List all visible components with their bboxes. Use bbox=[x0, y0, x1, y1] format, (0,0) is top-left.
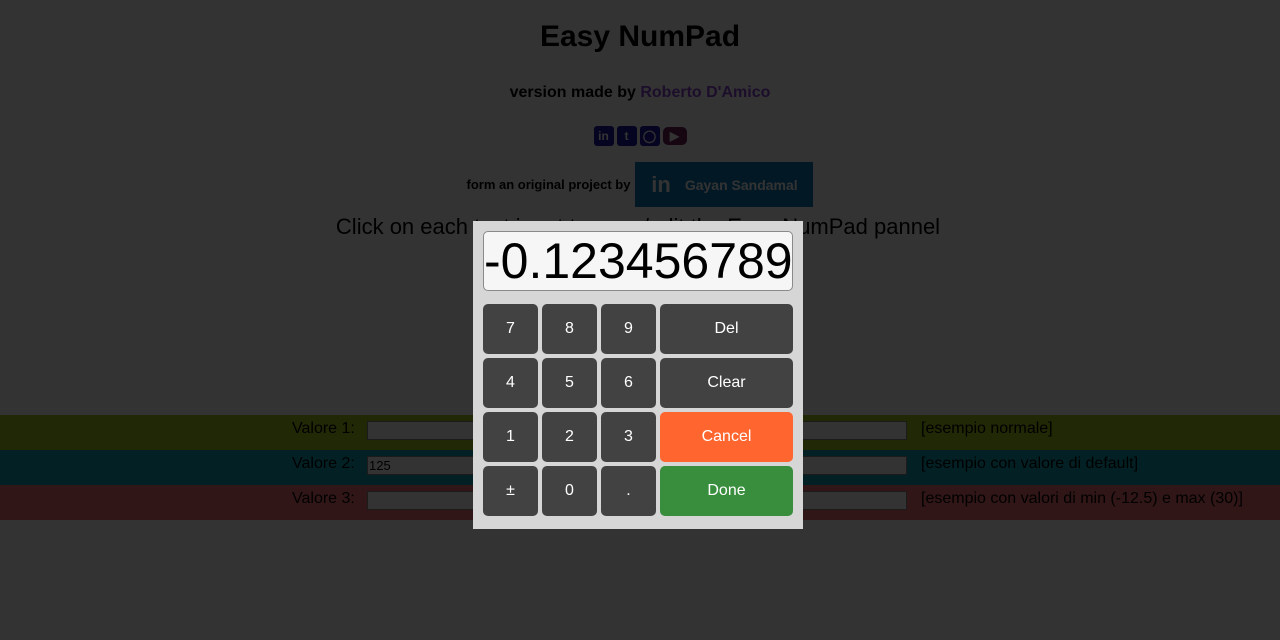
sign-toggle-button[interactable]: ± bbox=[483, 466, 538, 516]
key-4[interactable]: 4 bbox=[483, 358, 538, 408]
key-0[interactable]: 0 bbox=[542, 466, 597, 516]
key-5[interactable]: 5 bbox=[542, 358, 597, 408]
key-9[interactable]: 9 bbox=[601, 304, 656, 354]
numpad-panel: -0.123456789 7 8 9 Del 4 5 6 Clear 1 2 3… bbox=[473, 221, 803, 529]
decimal-point-button[interactable]: . bbox=[601, 466, 656, 516]
numpad-display: -0.123456789 bbox=[483, 231, 793, 291]
key-2[interactable]: 2 bbox=[542, 412, 597, 462]
done-button[interactable]: Done bbox=[660, 466, 793, 516]
key-3[interactable]: 3 bbox=[601, 412, 656, 462]
cancel-button[interactable]: Cancel bbox=[660, 412, 793, 462]
key-8[interactable]: 8 bbox=[542, 304, 597, 354]
key-7[interactable]: 7 bbox=[483, 304, 538, 354]
key-1[interactable]: 1 bbox=[483, 412, 538, 462]
delete-button[interactable]: Del bbox=[660, 304, 793, 354]
clear-button[interactable]: Clear bbox=[660, 358, 793, 408]
key-6[interactable]: 6 bbox=[601, 358, 656, 408]
